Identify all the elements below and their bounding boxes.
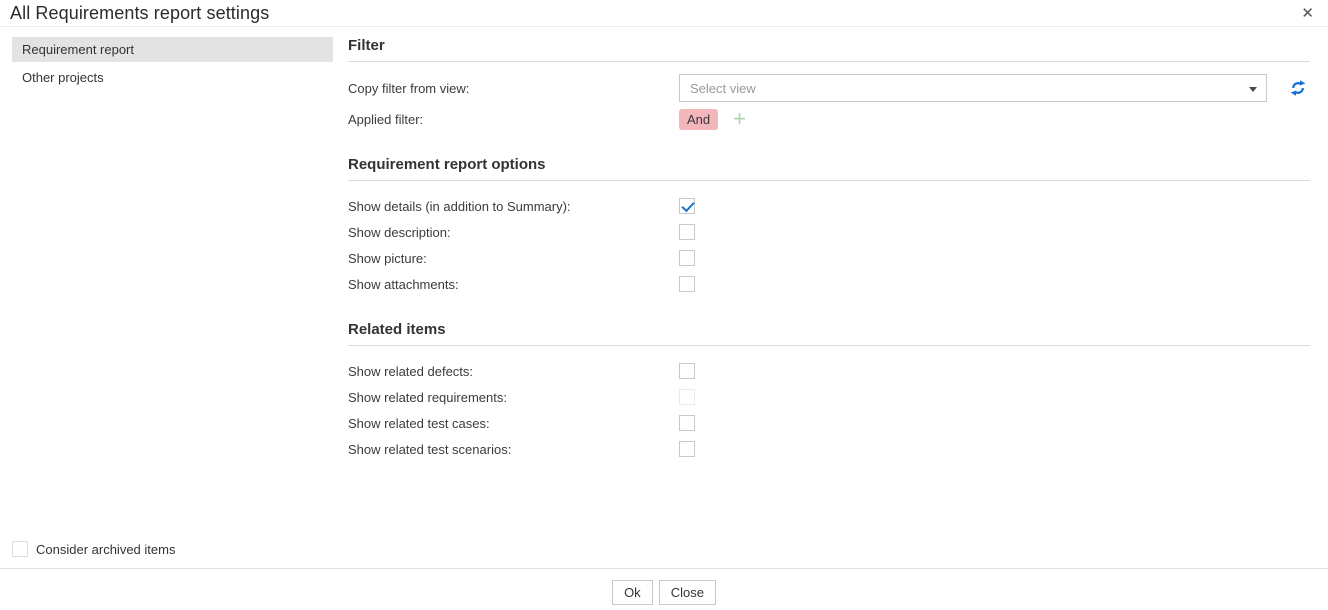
related-section-heading: Related items	[348, 321, 1310, 346]
show-picture-label: Show picture:	[348, 251, 679, 266]
applied-filter-row: Applied filter: And +	[348, 106, 1310, 132]
copy-filter-label: Copy filter from view:	[348, 81, 679, 96]
related-row: Show related test cases:	[348, 410, 1310, 436]
option-row: Show details (in addition to Summary):	[348, 193, 1310, 219]
refresh-icon	[1289, 79, 1307, 97]
show-related-defects-label: Show related defects:	[348, 364, 679, 379]
show-details-label: Show details (in addition to Summary):	[348, 199, 679, 214]
ok-button[interactable]: Ok	[612, 580, 653, 605]
option-row: Show description:	[348, 219, 1310, 245]
related-row: Show related requirements:	[348, 384, 1310, 410]
footer-divider	[0, 568, 1328, 569]
dialog-header: All Requirements report settings ✕	[0, 0, 1328, 27]
refresh-views-button[interactable]	[1288, 78, 1308, 98]
show-picture-checkbox[interactable]	[679, 250, 695, 266]
copy-filter-row: Copy filter from view: Select view	[348, 74, 1310, 102]
select-view-placeholder: Select view	[690, 81, 756, 96]
filter-and-badge[interactable]: And	[679, 109, 718, 130]
copy-filter-view-select[interactable]: Select view	[679, 74, 1267, 102]
option-row: Show picture:	[348, 245, 1310, 271]
options-section-heading: Requirement report options	[348, 156, 1310, 181]
sidebar-item-requirement-report[interactable]: Requirement report	[12, 37, 333, 62]
show-related-test-cases-label: Show related test cases:	[348, 416, 679, 431]
show-description-label: Show description:	[348, 225, 679, 240]
show-attachments-label: Show attachments:	[348, 277, 679, 292]
related-row: Show related test scenarios:	[348, 436, 1310, 462]
show-related-defects-checkbox[interactable]	[679, 363, 695, 379]
related-row: Show related defects:	[348, 358, 1310, 384]
chevron-down-icon	[1249, 87, 1257, 92]
dialog-title: All Requirements report settings	[10, 3, 269, 24]
close-icon[interactable]: ✕	[1297, 4, 1318, 23]
show-related-requirements-label: Show related requirements:	[348, 390, 679, 405]
settings-content: Filter Copy filter from view: Select vie…	[348, 27, 1310, 462]
show-related-test-scenarios-label: Show related test scenarios:	[348, 442, 679, 457]
add-filter-icon[interactable]: +	[733, 108, 746, 130]
show-related-requirements-checkbox	[679, 389, 695, 405]
show-details-checkbox[interactable]	[679, 198, 695, 214]
settings-sidebar: Requirement report Other projects	[12, 37, 333, 93]
consider-archived-checkbox[interactable]	[12, 541, 28, 557]
option-row: Show attachments:	[348, 271, 1310, 297]
sidebar-item-other-projects[interactable]: Other projects	[12, 65, 333, 90]
footer-buttons: Ok Close	[0, 580, 1328, 605]
show-related-test-cases-checkbox[interactable]	[679, 415, 695, 431]
show-description-checkbox[interactable]	[679, 224, 695, 240]
consider-archived-row: Consider archived items	[12, 541, 175, 557]
show-attachments-checkbox[interactable]	[679, 276, 695, 292]
consider-archived-label: Consider archived items	[36, 542, 175, 557]
show-related-test-scenarios-checkbox[interactable]	[679, 441, 695, 457]
filter-section-heading: Filter	[348, 37, 1310, 62]
applied-filter-label: Applied filter:	[348, 112, 679, 127]
close-button[interactable]: Close	[659, 580, 716, 605]
